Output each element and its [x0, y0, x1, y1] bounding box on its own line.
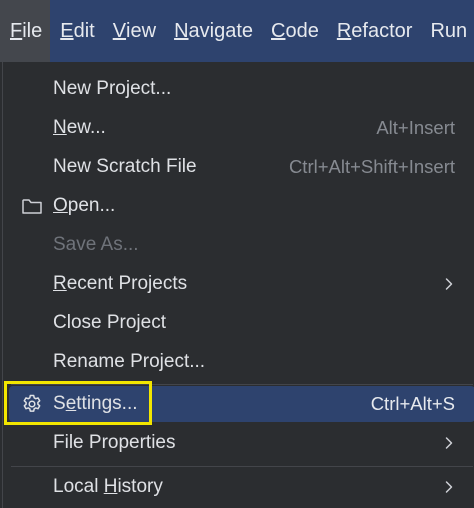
menu-view[interactable]: View — [103, 0, 164, 62]
menu-item-label: Settings... — [53, 393, 138, 415]
label-pre: S — [53, 393, 66, 414]
menu-item-save-as: Save As... — [9, 227, 474, 263]
label-rest: ttings... — [76, 393, 138, 414]
menu-item-open[interactable]: Open... — [9, 188, 474, 224]
menu-item-new[interactable]: New... Alt+Insert — [9, 110, 474, 146]
menu-view-mnemonic: V — [112, 19, 127, 42]
menu-run[interactable]: Run — [420, 0, 474, 62]
menu-item-rename-project[interactable]: Rename Project... — [9, 344, 474, 380]
menu-item-local-history[interactable]: Local History — [9, 469, 474, 505]
file-menu-dropdown: New Project... New... Alt+Insert New Scr… — [2, 62, 474, 508]
menu-code-mnemonic: C — [271, 19, 286, 42]
mnemonic: e — [65, 393, 77, 414]
menu-navigate-mnemonic: N — [174, 19, 189, 42]
label-rest: ecent Projects — [66, 273, 188, 294]
menu-view-label: iew — [126, 19, 157, 42]
menu-item-new-scratch-file[interactable]: New Scratch File Ctrl+Alt+Shift+Insert — [9, 149, 474, 185]
label-rest: istory — [117, 476, 163, 497]
mnemonic: N — [53, 117, 67, 138]
label-rest: ew... — [66, 117, 106, 138]
menu-item-label: New Scratch File — [53, 156, 197, 177]
menu-refactor-mnemonic: R — [336, 19, 352, 42]
label-pre: Local — [53, 476, 104, 497]
folder-icon — [22, 199, 42, 214]
gear-icon — [23, 394, 41, 412]
mnemonic: H — [103, 476, 118, 497]
menu-navigate[interactable]: Navigate — [164, 0, 261, 62]
mnemonic: R — [53, 273, 67, 294]
shortcut-label: Alt+Insert — [376, 117, 455, 138]
mnemonic: O — [53, 195, 68, 216]
menu-item-label: Recent Projects — [53, 273, 187, 295]
chevron-right-icon — [445, 278, 453, 290]
menu-separator — [11, 466, 473, 467]
menu-item-label: Save As... — [53, 234, 139, 255]
menu-code-label: ode — [285, 19, 319, 42]
menu-item-close-project[interactable]: Close Project — [9, 305, 474, 341]
menu-item-recent-projects[interactable]: Recent Projects — [9, 266, 474, 302]
menu-edit-label: dit — [73, 19, 95, 42]
menu-item-label: Local History — [53, 476, 163, 498]
chevron-right-icon — [445, 481, 453, 493]
menu-item-label: New Project... — [53, 78, 172, 99]
chevron-right-icon — [445, 437, 453, 449]
menu-item-label: Close Project — [53, 312, 166, 333]
menu-item-label: New... — [53, 117, 106, 139]
menu-item-label: File Properties — [53, 432, 176, 453]
menu-item-file-properties[interactable]: File Properties — [9, 425, 474, 461]
menu-item-label: Open... — [53, 195, 115, 217]
shortcut-label: Ctrl+Alt+S — [370, 393, 455, 414]
menu-edit-mnemonic: E — [60, 19, 74, 42]
menu-code[interactable]: Code — [261, 0, 327, 62]
menu-item-label: Rename Project... — [53, 351, 206, 372]
menu-file-label: ile — [22, 19, 43, 42]
menu-bar: File Edit View Navigate Code Refactor Ru… — [0, 0, 474, 62]
menu-run-label: Run — [430, 19, 468, 42]
shortcut-label: Ctrl+Alt+Shift+Insert — [288, 156, 455, 177]
menu-navigate-label: avigate — [188, 19, 254, 42]
menu-refactor[interactable]: Refactor — [327, 0, 421, 62]
menu-file[interactable]: File — [0, 0, 51, 62]
label-rest: pen... — [67, 195, 116, 216]
menu-refactor-label: efactor — [351, 19, 413, 42]
menu-separator — [11, 384, 473, 385]
menu-item-new-project[interactable]: New Project... — [9, 71, 474, 107]
menu-edit[interactable]: Edit — [50, 0, 102, 62]
menu-item-settings[interactable]: Settings... Ctrl+Alt+S — [9, 386, 474, 422]
menu-file-mnemonic: F — [10, 19, 23, 42]
